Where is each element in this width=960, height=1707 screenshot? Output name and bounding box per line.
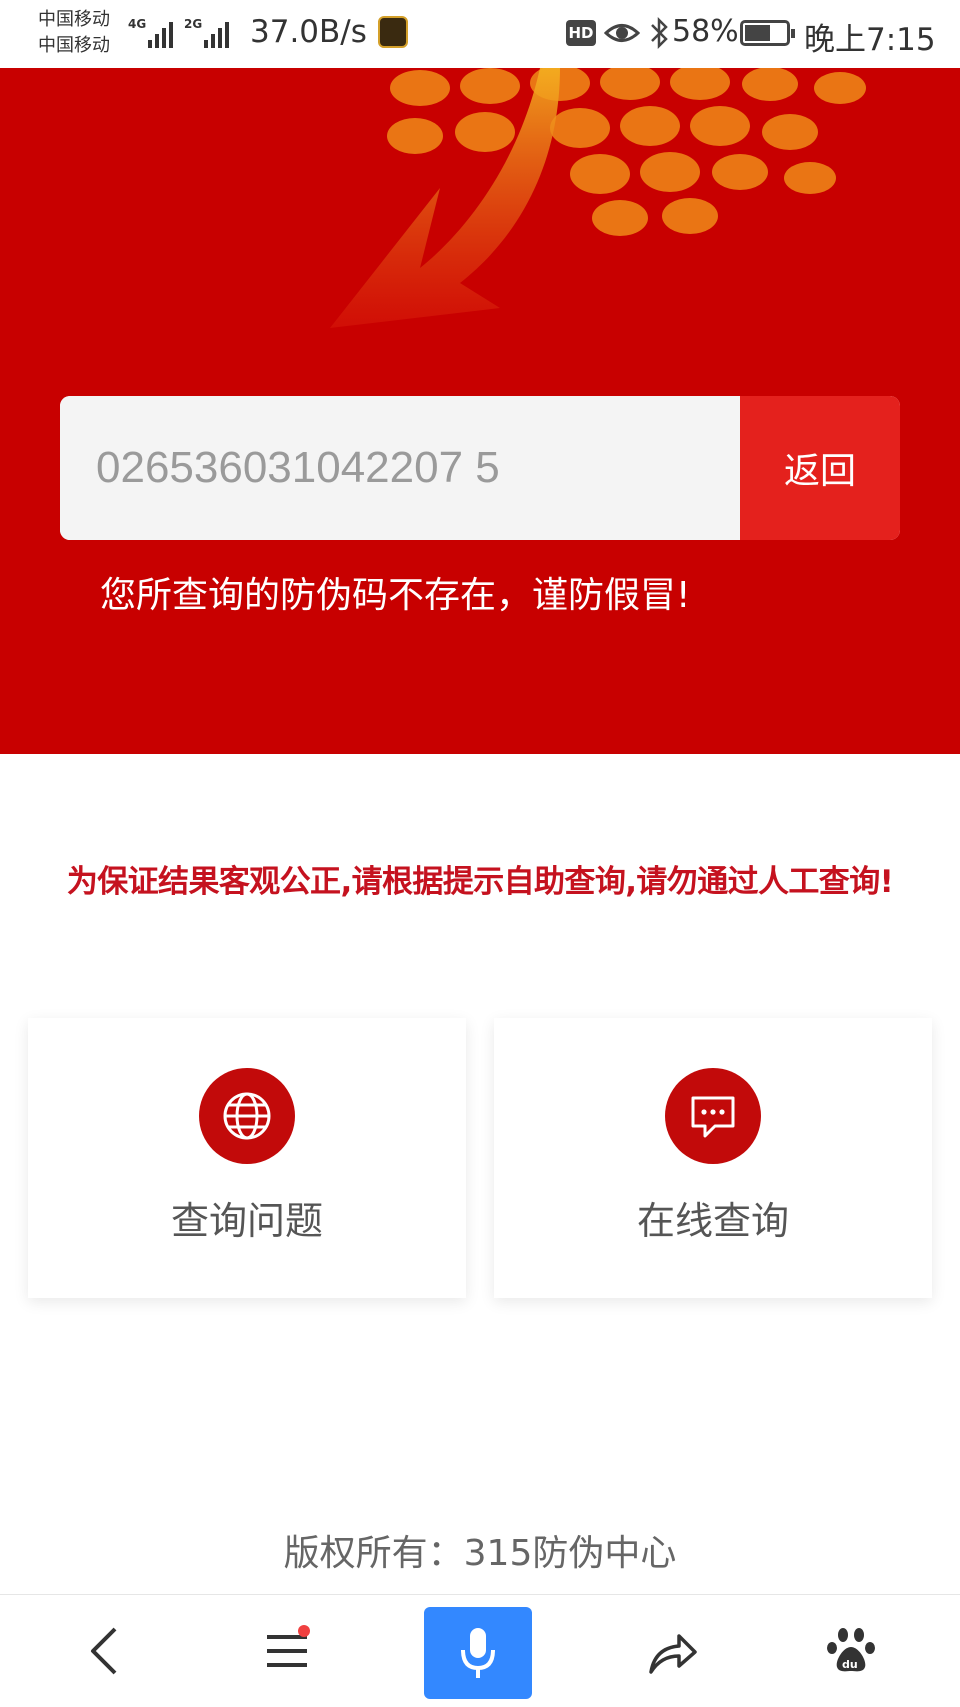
svg-text:du: du xyxy=(842,1658,858,1671)
copyright: 版权所有：315防伪中心 xyxy=(283,1533,677,1574)
card-label: 在线查询 xyxy=(636,1199,789,1243)
globe-icon xyxy=(199,1068,295,1164)
carrier-1: 中国移动 xyxy=(38,9,110,30)
menu-button[interactable] xyxy=(242,1595,332,1707)
result-message: 您所查询的防伪码不存在，谨防假冒! xyxy=(100,575,691,616)
hero-banner: 返回 您所查询的防伪码不存在，谨防假冒! xyxy=(0,68,960,754)
signal-4g-icon: 4G xyxy=(128,17,173,48)
query-questions-card[interactable]: 查询问题 xyxy=(28,1018,466,1298)
online-query-card[interactable]: 在线查询 xyxy=(494,1018,932,1298)
share-button[interactable] xyxy=(628,1595,718,1707)
notification-dot xyxy=(298,1625,310,1637)
svg-text:4G: 4G xyxy=(128,17,146,31)
app-notification-icon xyxy=(378,16,408,48)
browser-bottom-bar: du xyxy=(0,1594,960,1707)
card-label: 查询问题 xyxy=(170,1199,323,1243)
signal-2g-icon: 2G xyxy=(184,17,229,48)
net-speed: 37.0B/s xyxy=(250,14,367,50)
back-nav-button[interactable] xyxy=(60,1595,150,1707)
anti-counterfeit-code-input[interactable] xyxy=(60,396,740,540)
carrier-2: 中国移动 xyxy=(38,35,110,56)
back-icon xyxy=(91,1627,117,1675)
chat-bubble-icon xyxy=(665,1068,761,1164)
battery-percent: 58% xyxy=(672,14,739,49)
eye-icon xyxy=(604,24,640,42)
status-bar: 中国移动 中国移动 4G 2G 37.0B/s HD 58% 晚上7:15 xyxy=(0,0,960,68)
back-button[interactable]: 返回 xyxy=(740,396,900,540)
hd-badge: HD xyxy=(566,20,596,46)
clock: 晚上7:15 xyxy=(804,22,936,58)
share-icon xyxy=(649,1634,697,1674)
self-service-notice: 为保证结果客观公正,请根据提示自助查询,请勿通过人工查询! xyxy=(66,864,894,900)
bluetooth-icon xyxy=(651,16,668,50)
baidu-paw-icon: du xyxy=(827,1628,875,1672)
voice-search-button[interactable] xyxy=(424,1607,532,1699)
battery-icon xyxy=(740,20,795,46)
microphone-icon xyxy=(461,1628,495,1678)
baidu-button[interactable]: du xyxy=(806,1595,896,1707)
banner-graphic xyxy=(330,68,866,328)
code-query-box: 返回 xyxy=(60,396,900,540)
svg-text:2G: 2G xyxy=(184,17,202,31)
